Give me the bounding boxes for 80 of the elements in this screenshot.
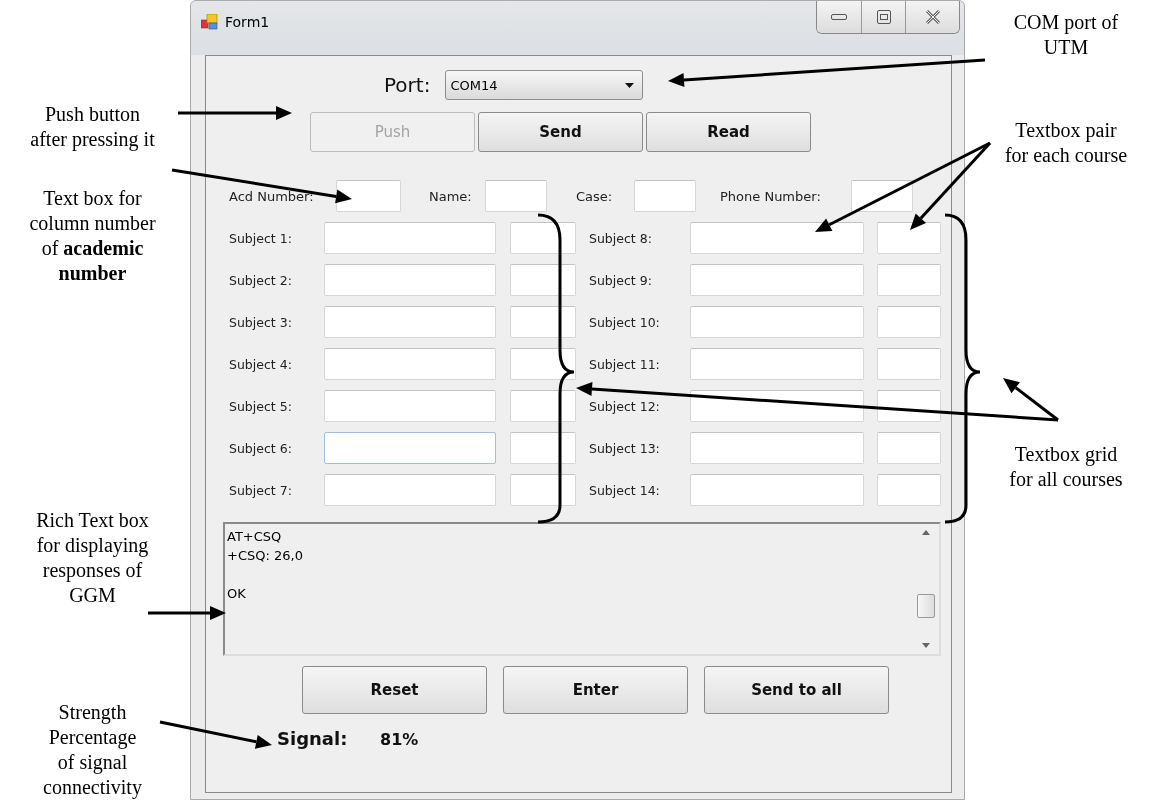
subject-label: Subject 9: [589, 272, 652, 288]
send-to-all-button[interactable]: Send to all [704, 666, 889, 714]
text-field[interactable] [485, 180, 547, 212]
scroll-up-icon[interactable] [922, 530, 930, 535]
subject-label: Subject 11: [589, 356, 660, 372]
caret-icon [625, 82, 635, 88]
text-field[interactable] [877, 306, 941, 338]
text-field[interactable] [324, 306, 496, 338]
text-field[interactable] [324, 474, 496, 506]
text-field[interactable] [690, 306, 864, 338]
text-field[interactable] [690, 264, 864, 296]
text-field[interactable] [690, 474, 864, 506]
signal-value: 81% [380, 730, 419, 749]
close-icon [924, 10, 941, 24]
text-field[interactable] [690, 348, 864, 380]
app-icon [201, 14, 219, 30]
text-field[interactable] [324, 432, 496, 464]
close-button[interactable] [905, 1, 959, 33]
port-dropdown[interactable]: COM14 [445, 70, 644, 100]
annotation-text: Textbox pair for each course [1003, 118, 1129, 168]
text-field[interactable] [690, 390, 864, 422]
text-field[interactable] [324, 348, 496, 380]
field-label: Case: [576, 188, 614, 204]
field-label: Name: [429, 188, 473, 204]
subject-label: Subject 10: [589, 314, 660, 330]
annotation-text: COM port of UTM [1012, 10, 1120, 60]
text-field[interactable] [877, 264, 941, 296]
text-field[interactable] [510, 348, 576, 380]
minimize-icon [831, 13, 847, 21]
port-label: Port: [384, 73, 431, 97]
annotation-text: Push button after pressing it [29, 102, 156, 152]
text-field[interactable] [336, 180, 401, 212]
subject-label: Subject 13: [589, 440, 660, 456]
scroll-thumb[interactable] [917, 594, 935, 618]
text-field[interactable] [877, 348, 941, 380]
subject-label: Subject 14: [589, 482, 660, 498]
text-field[interactable] [877, 390, 941, 422]
field-label: Phone Number: [720, 188, 822, 204]
text-field[interactable] [324, 264, 496, 296]
field-label: Acd Number: [229, 188, 315, 204]
text-field[interactable] [510, 474, 576, 506]
signal-label: Signal: [277, 728, 349, 749]
subject-label: Subject 3: [229, 314, 293, 330]
text-field[interactable] [634, 180, 696, 212]
reset-button[interactable]: Reset [302, 666, 487, 714]
annotation-text: Textbox grid for all courses [1008, 442, 1124, 492]
text-field[interactable] [877, 222, 941, 254]
subject-label: Subject 2: [229, 272, 293, 288]
subject-label: Subject 6: [229, 440, 293, 456]
response-log[interactable]: AT+CSQ +CSQ: 26,0 OK [223, 522, 941, 656]
text-field[interactable] [877, 432, 941, 464]
text-field[interactable] [324, 390, 496, 422]
text-field[interactable] [690, 222, 864, 254]
text-field[interactable] [510, 390, 576, 422]
subject-label: Subject 7: [229, 482, 293, 498]
text-field[interactable] [851, 180, 913, 212]
subject-label: Subject 12: [589, 398, 660, 414]
subject-label: Subject 1: [229, 230, 293, 246]
send-button[interactable]: Send [478, 112, 643, 152]
annotation-text: Rich Text box for displaying responses of GGM [35, 508, 150, 608]
text-field[interactable] [510, 306, 576, 338]
maximize-button[interactable] [861, 1, 905, 33]
enter-button[interactable]: Enter [503, 666, 688, 714]
text-field[interactable] [877, 474, 941, 506]
maximize-icon [876, 10, 891, 24]
text-field[interactable] [324, 222, 496, 254]
subject-label: Subject 5: [229, 398, 293, 414]
subject-label: Subject 4: [229, 356, 293, 372]
subject-label: Subject 8: [589, 230, 652, 246]
log-text: AT+CSQ +CSQ: 26,0 OK [227, 528, 303, 603]
annotation-text: Text box for column number of academic number [28, 186, 157, 286]
read-button[interactable]: Read [646, 112, 811, 152]
scroll-down-icon[interactable] [922, 643, 930, 648]
text-field[interactable] [510, 432, 576, 464]
text-field[interactable] [690, 432, 864, 464]
text-field[interactable] [510, 222, 576, 254]
minimize-button[interactable] [817, 1, 861, 33]
window-title: Form1 [225, 14, 270, 30]
text-field[interactable] [510, 264, 576, 296]
annotation-text: Strength Percentage of signal connectivity [42, 700, 143, 800]
